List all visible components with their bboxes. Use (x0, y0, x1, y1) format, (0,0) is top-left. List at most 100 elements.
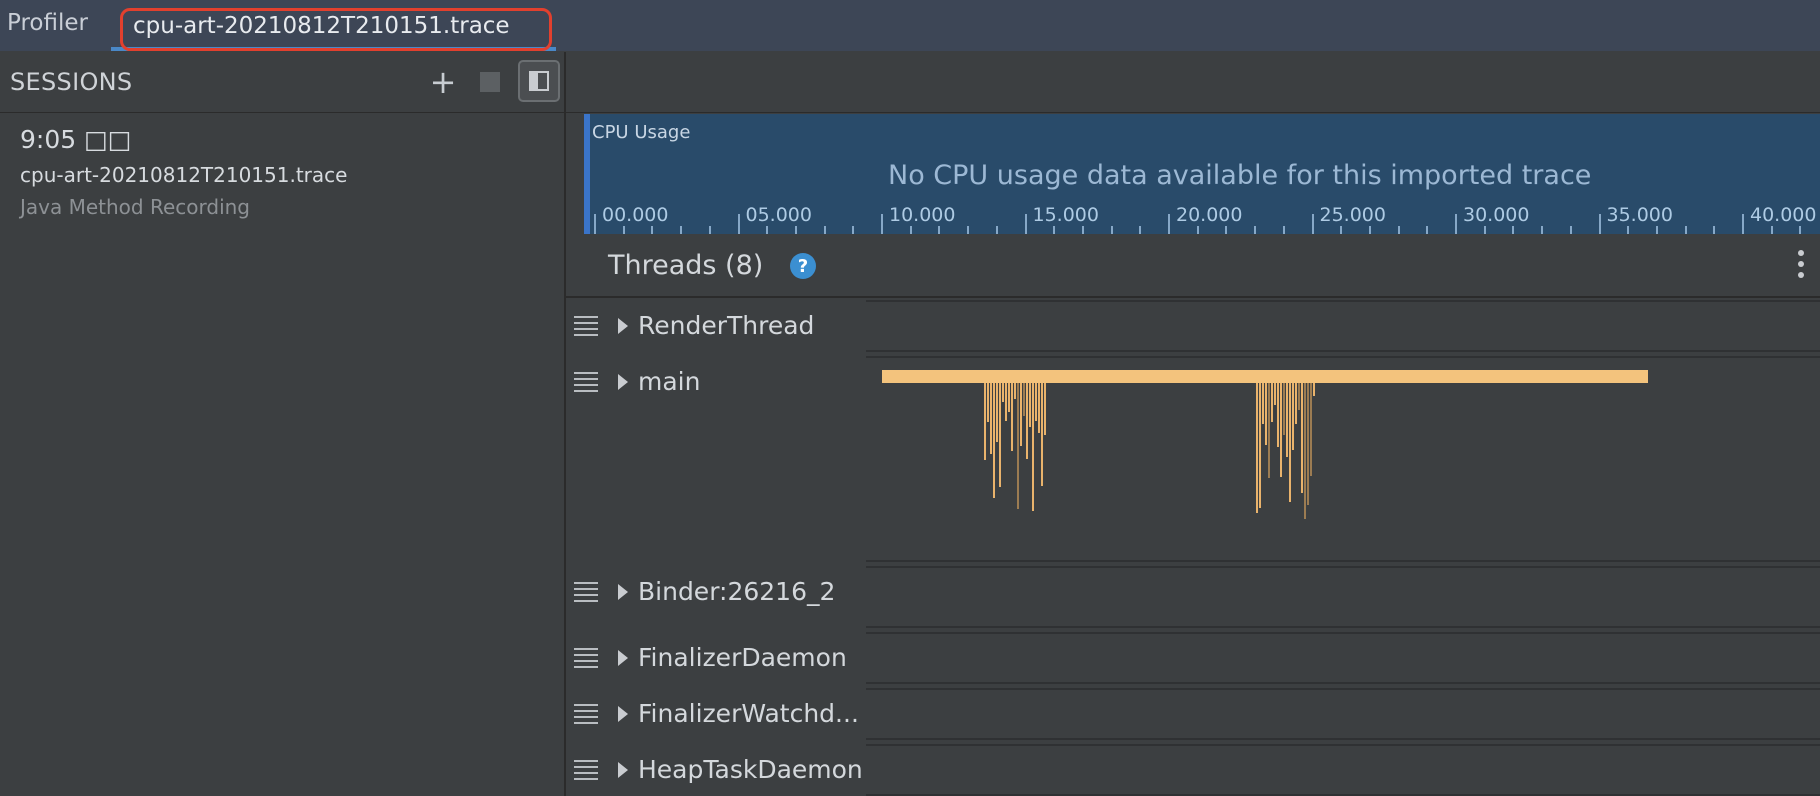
thread-name: HeapTaskDaemon (638, 755, 863, 784)
help-icon[interactable]: ? (790, 253, 816, 279)
time-axis: 00.000 05.000 10.000 15.000 20.000 25.000 30.0… (584, 200, 1820, 234)
method-call-spike (1262, 383, 1264, 424)
method-call-spike (1274, 383, 1276, 405)
profiler-toolbar (566, 52, 1820, 113)
method-call-bar[interactable] (882, 370, 1648, 383)
thread-row-finalizerdaemon[interactable]: FinalizerDaemon (566, 632, 1820, 684)
drag-handle-icon[interactable] (574, 760, 598, 784)
method-call-spike (1005, 383, 1007, 421)
thread-name-cell: FinalizerDaemon (566, 632, 864, 684)
drag-handle-icon[interactable] (574, 582, 598, 606)
thread-track[interactable] (866, 566, 1820, 628)
time-tick (909, 226, 912, 234)
time-tick (1368, 226, 1371, 234)
tab-profiler[interactable]: Profiler (7, 10, 88, 36)
stop-session-icon[interactable] (480, 72, 500, 92)
method-call-spike (990, 383, 992, 454)
thread-track[interactable] (866, 632, 1820, 684)
toggle-sessions-panel-button[interactable] (518, 60, 560, 102)
method-call-spike (1020, 383, 1022, 446)
time-tick (1627, 226, 1630, 234)
method-call-spike (984, 383, 986, 460)
thread-track[interactable] (866, 300, 1820, 352)
thread-name-cell: main (566, 356, 864, 562)
method-call-spike (1035, 383, 1037, 421)
thread-name: main (638, 367, 701, 396)
thread-name-cell: FinalizerWatchd... (566, 688, 864, 740)
expand-arrow-icon[interactable] (618, 650, 628, 666)
expand-arrow-icon[interactable] (618, 706, 628, 722)
method-call-spike (1008, 383, 1010, 412)
method-call-spike (1286, 383, 1288, 457)
time-tick-label: 05.000 (745, 204, 812, 226)
method-call-spike (1310, 383, 1312, 476)
time-tick (1483, 226, 1486, 234)
thread-track[interactable] (866, 356, 1820, 562)
method-call-spike (1044, 383, 1046, 435)
time-tick (680, 226, 683, 234)
thread-track[interactable] (866, 744, 1820, 796)
time-tick (1799, 226, 1802, 234)
method-call-spike (1017, 383, 1019, 509)
method-call-spike (1307, 383, 1309, 505)
method-call-spike (1041, 383, 1043, 486)
thread-name: FinalizerDaemon (638, 643, 847, 672)
drag-handle-icon[interactable] (574, 372, 598, 396)
method-call-spike (993, 383, 995, 498)
more-options-icon[interactable] (1798, 250, 1806, 278)
session-name: cpu-art-20210812T210151.trace (20, 163, 348, 187)
add-session-icon[interactable]: + (428, 63, 458, 101)
method-call-spike (1268, 383, 1270, 478)
drag-handle-icon[interactable] (574, 704, 598, 728)
time-tick (1024, 214, 1027, 234)
cpu-usage-label: CPU Usage (592, 122, 691, 143)
time-tick (708, 226, 711, 234)
method-call-spike (1289, 383, 1291, 502)
time-tick-label: 20.000 (1176, 204, 1243, 226)
threads-header: Threads (8) ? (566, 236, 1820, 298)
session-item[interactable]: 9:05 □□ cpu-art-20210812T210151.trace Ja… (0, 113, 564, 233)
time-tick (1311, 214, 1314, 234)
threads-title: Threads (8) (608, 250, 764, 281)
thread-row-heaptaskdaemon[interactable]: HeapTaskDaemon (566, 744, 1820, 796)
panel-layout-icon (529, 71, 549, 91)
thread-name-cell: Binder:26216_2 (566, 566, 864, 628)
time-tick (794, 226, 797, 234)
drag-handle-icon[interactable] (574, 316, 598, 340)
time-tick (1426, 226, 1429, 234)
method-call-spike (1014, 383, 1016, 399)
expand-arrow-icon[interactable] (618, 762, 628, 778)
tab-bar: Profiler cpu-art-20210812T210151.trace (0, 0, 1820, 51)
method-call-spike (1259, 383, 1261, 508)
expand-arrow-icon[interactable] (618, 584, 628, 600)
method-call-spike (987, 383, 989, 422)
thread-track[interactable] (866, 688, 1820, 740)
time-tick (622, 226, 625, 234)
thread-row-finalizerwatchdog[interactable]: FinalizerWatchd... (566, 688, 1820, 740)
time-tick (1684, 226, 1687, 234)
drag-handle-icon[interactable] (574, 648, 598, 672)
thread-row-binder[interactable]: Binder:26216_2 (566, 566, 1820, 628)
sessions-title: SESSIONS (10, 68, 133, 96)
time-tick (881, 214, 883, 234)
time-tick (766, 226, 769, 234)
method-call-spike (1292, 383, 1294, 450)
time-tick (995, 226, 998, 234)
time-tick-label: 15.000 (1032, 204, 1099, 226)
thread-row-renderthread[interactable]: RenderThread (566, 300, 1820, 352)
expand-arrow-icon[interactable] (618, 318, 628, 334)
method-call-spike (1032, 383, 1034, 511)
thread-name: Binder:26216_2 (638, 577, 836, 606)
time-tick (651, 226, 654, 234)
thread-row-main[interactable]: main (566, 356, 1820, 562)
time-tick (1081, 226, 1084, 234)
time-tick (1770, 226, 1773, 234)
expand-arrow-icon[interactable] (618, 374, 628, 390)
method-call-spike (999, 383, 1001, 487)
time-tick (1282, 226, 1285, 234)
time-tick (1254, 226, 1257, 234)
time-tick (1340, 226, 1343, 234)
method-call-spike (1304, 383, 1306, 519)
method-call-spike (1280, 383, 1282, 477)
method-call-spike (1029, 383, 1031, 427)
